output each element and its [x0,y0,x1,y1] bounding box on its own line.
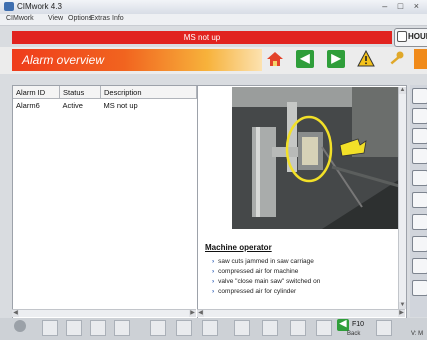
scroll-up-arrow-icon[interactable]: ▲ [399,87,406,94]
list-item: › compressed air for cylinder [212,288,297,295]
section-title: Machine operator [205,243,272,252]
f10-key-label: F10 [352,321,365,328]
alarm-table: Alarm ID Status Description Alarm6 Activ… [13,86,197,111]
tool-icon-7[interactable] [412,214,427,230]
list-item: › compressed air for machine [212,268,299,275]
function-key-slot[interactable] [176,320,192,336]
tool-icon-2[interactable] [412,108,427,124]
alarm-status-cell: Active [62,100,83,110]
tool-icon-9[interactable] [412,258,427,274]
back-arrow-icon[interactable]: ◀ [296,50,314,68]
function-key-slot[interactable] [316,320,332,336]
list-item: › saw cuts jammed in saw carriage [212,258,314,265]
alarm-id-cell: Alarm6 [16,100,40,110]
home-icon[interactable] [266,50,284,68]
help-icon[interactable] [14,320,26,332]
function-key-slot[interactable] [66,320,82,336]
function-key-slot[interactable] [290,320,306,336]
status-bar: MS not up [12,31,392,44]
back-button-label: Back [347,331,361,337]
warning-icon[interactable] [357,49,375,68]
back-arrow-icon[interactable]: ◀ [337,318,349,331]
forward-arrow-icon[interactable]: ▶ [327,50,345,68]
scroll-left-arrow-icon[interactable]: ◀ [197,310,204,317]
function-key-slot[interactable] [234,320,250,336]
tool-icon-5[interactable] [412,170,427,186]
column-header-alarm-id[interactable]: Alarm ID [13,86,60,99]
app-icon [4,2,14,11]
scroll-right-arrow-icon[interactable]: ▶ [398,310,405,317]
list-item: › valve "close main saw" switched on [212,278,321,285]
scroll-right-arrow-icon[interactable]: ▶ [189,310,196,317]
detail-vertical-scrollbar[interactable]: ▲ ▼ [398,87,406,309]
function-key-slot[interactable] [376,320,392,336]
menu-item-view[interactable]: View [48,15,63,22]
machine-photo [232,87,403,229]
page-title: Alarm overview [22,53,105,67]
tool-icon-10[interactable] [412,280,427,296]
column-header-status[interactable]: Status [59,86,101,99]
alarm-list-panel: Alarm ID Status Description Alarm6 Activ… [12,85,198,319]
function-key-slot[interactable] [42,320,58,336]
alarm-description-cell: MS not up [103,100,138,110]
column-header-description[interactable]: Description [100,86,197,99]
scroll-left-arrow-icon[interactable]: ◀ [12,310,19,317]
home-small-icon [397,31,407,42]
chevron-right-icon: › [212,268,215,275]
function-key-slot[interactable] [114,320,130,336]
function-key-slot[interactable] [202,320,218,336]
window-title: CIMwork 4.3 [17,2,62,11]
key-icon[interactable] [388,50,406,68]
table-row[interactable]: Alarm6 Active MS not up [13,99,197,112]
menu-bar: CIMwork View Options Extras Info [0,14,427,26]
tool-icon-4[interactable] [412,148,427,164]
menu-item-options[interactable]: Options [68,15,92,22]
menu-item-info[interactable]: Info [112,15,124,22]
title-bar [0,0,427,15]
alarm-table-header: Alarm ID Status Description [13,86,197,99]
scroll-down-arrow-icon[interactable]: ▼ [399,302,406,309]
function-key-slot[interactable] [150,320,166,336]
menu-item-cimwork[interactable]: CIMwork [6,15,34,22]
tool-icon-8[interactable] [412,236,427,252]
chevron-right-icon: › [212,288,215,295]
extra-toolbar-icon[interactable] [414,49,427,69]
chevron-right-icon: › [212,278,215,285]
function-key-slot[interactable] [90,320,106,336]
chevron-right-icon: › [212,258,215,265]
tool-icon-3[interactable] [412,128,427,144]
tool-icon-1[interactable] [412,88,427,104]
status-message: MS not up [183,33,221,42]
menu-item-extras[interactable]: Extras [90,15,110,22]
function-key-slot[interactable] [262,320,278,336]
tool-icon-6[interactable] [412,192,427,208]
alarm-list-horizontal-scrollbar[interactable]: ◀ ▶ [12,309,196,317]
home-button-label: HOUR [408,32,427,41]
detail-horizontal-scrollbar[interactable]: ◀ ▶ [197,309,405,317]
version-label: V: M [411,331,424,337]
window-controls[interactable]: – □ × [382,1,423,11]
